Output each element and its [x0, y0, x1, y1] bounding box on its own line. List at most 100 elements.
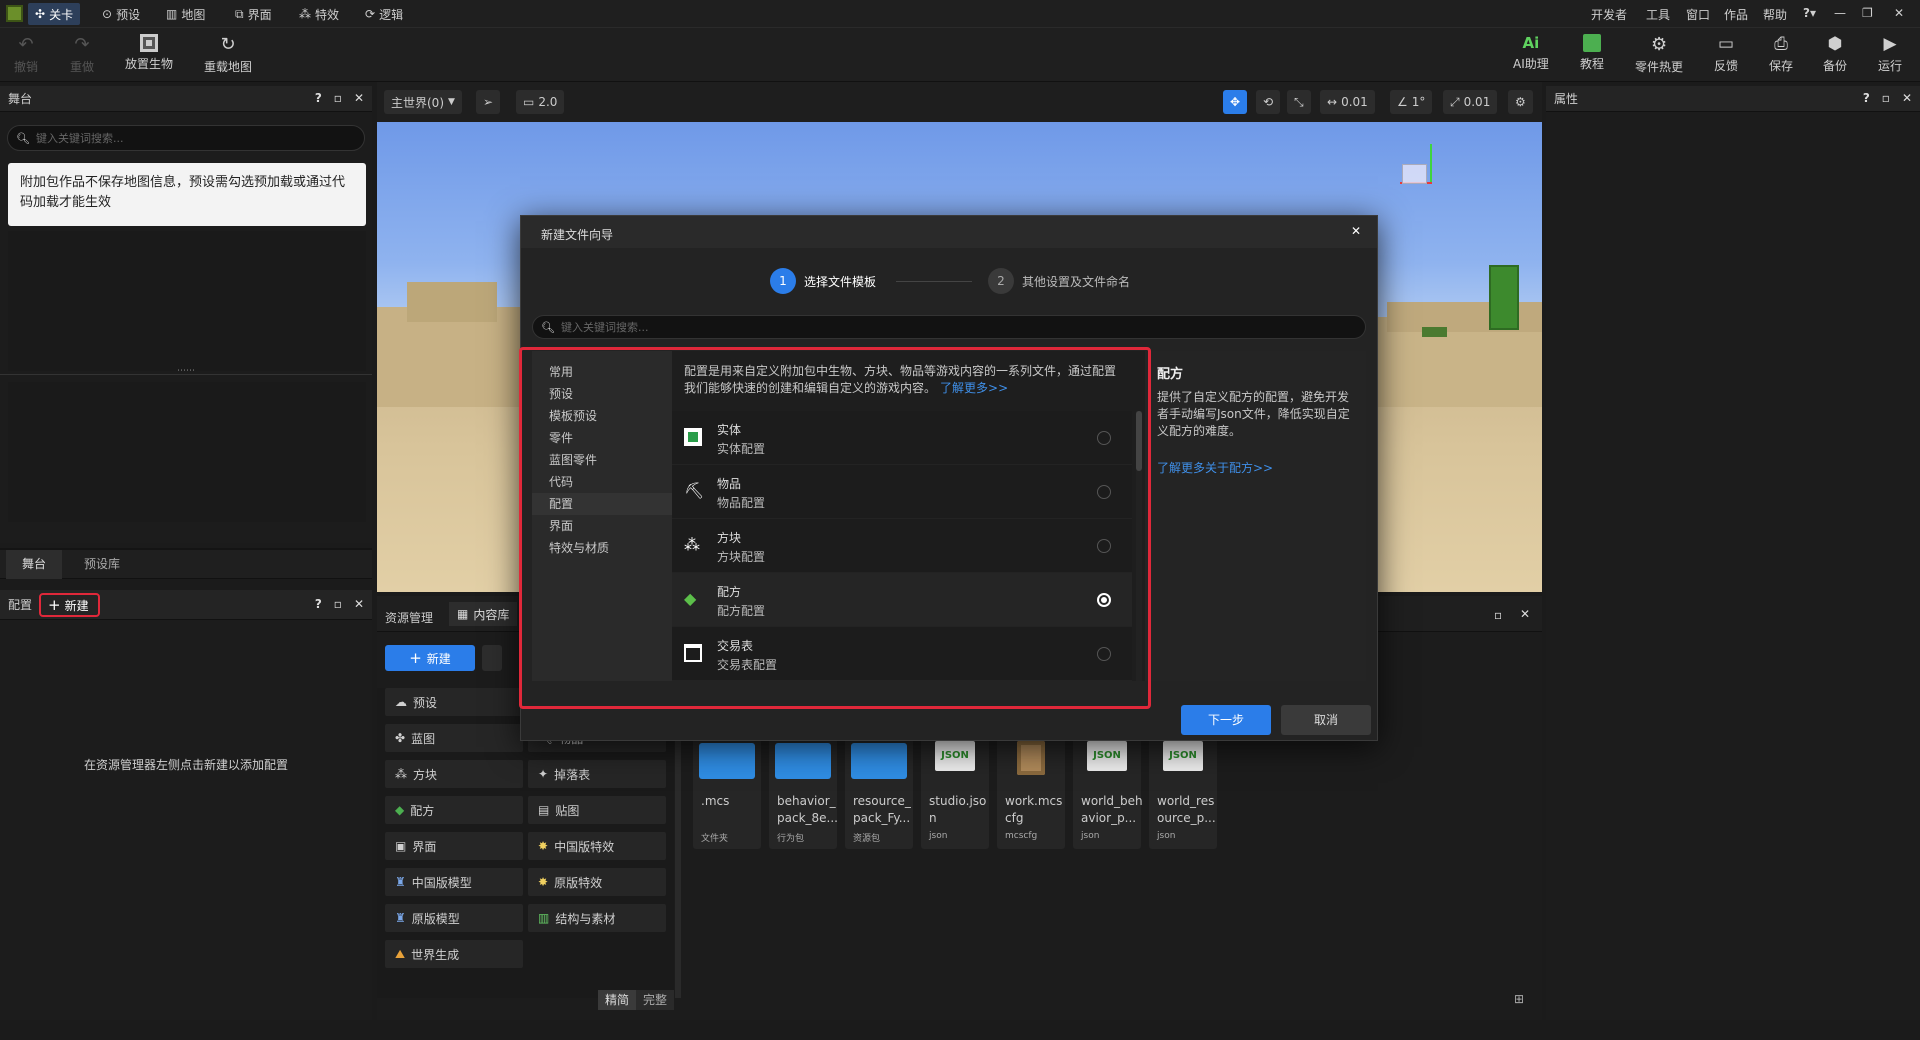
file-item[interactable]: behavior_pack_8e... 行为包: [769, 737, 838, 849]
scale-step-icon: ⤢: [1450, 94, 1460, 109]
help-icon[interactable]: ?: [315, 91, 322, 105]
viewport-toolbar: 主世界(0) ▼ ➢ ▭ 2.0 ✥ ⟲ ⤡ ↔ 0.01 ∠ 1° ⤢ 0.01 ⚙: [377, 82, 1542, 122]
blocks-icon: ⁂: [395, 767, 407, 781]
reload-map-button[interactable]: ↻ 重载地图: [204, 34, 252, 75]
res-preset[interactable]: ☁ 预设: [385, 688, 523, 716]
config-panel-header: 配置 + 新建 ? ▫ ✕: [0, 590, 372, 620]
scale-tool-button[interactable]: ⤡: [1287, 90, 1311, 114]
feedback-button[interactable]: ▭ 反馈: [1714, 34, 1738, 74]
hot-reload-button[interactable]: ⚙ 零件热更: [1635, 34, 1683, 75]
res-vanilla-model[interactable]: ♜ 原版模型: [385, 904, 523, 932]
resource-more-button[interactable]: [482, 645, 502, 671]
file-item[interactable]: .mcs 文件夹: [693, 737, 761, 849]
rotate-tool-button[interactable]: ⟲: [1256, 90, 1281, 114]
res-ui[interactable]: ▣ 界面: [385, 832, 523, 860]
tab-logic[interactable]: ⟳ 逻辑: [358, 3, 410, 25]
dialog-search-input[interactable]: [560, 320, 1357, 334]
tab-preset-library[interactable]: 预设库: [70, 550, 134, 579]
close-icon[interactable]: ✕: [1351, 224, 1361, 238]
view-mode-full[interactable]: 完整: [636, 990, 674, 1010]
file-item[interactable]: resource_pack_Fy... 资源包: [845, 737, 913, 849]
next-button[interactable]: 下一步: [1181, 705, 1271, 735]
tab-map[interactable]: ▥ 地图: [159, 3, 212, 25]
feedback-icon: ▭: [1717, 34, 1735, 54]
map-icon: ▥: [166, 7, 178, 21]
tab-ui[interactable]: ⧉ 界面: [228, 3, 279, 25]
config-panel: 配置 + 新建 ? ▫ ✕ 在资源管理器左侧点击新建以添加配置: [0, 590, 372, 1020]
res-loot-table[interactable]: ✦ 掉落表: [528, 760, 666, 788]
stage-search[interactable]: 🔍︎: [7, 125, 365, 151]
tab-stage[interactable]: 舞台: [6, 550, 62, 579]
axis-gizmo[interactable]: [1387, 144, 1437, 204]
camera-speed-button[interactable]: ▭ 2.0: [516, 90, 565, 114]
view-mode-compact[interactable]: 精简: [598, 990, 636, 1010]
res-block[interactable]: ⁂ 方块: [385, 760, 523, 788]
structure-icon: ▥: [538, 911, 550, 925]
file-item[interactable]: work.mcscfg mcscfg: [997, 737, 1065, 849]
menu-window[interactable]: 窗口: [1686, 6, 1710, 23]
tab-preset[interactable]: ⊙ 预设: [95, 3, 147, 25]
run-button[interactable]: ▶ 运行: [1878, 34, 1902, 74]
res-recipe[interactable]: ◆ 配方: [385, 796, 523, 824]
close-icon[interactable]: ✕: [1520, 607, 1530, 621]
menu-tools[interactable]: 工具: [1646, 6, 1670, 23]
maximize-icon[interactable]: ❐: [1862, 6, 1873, 20]
config-new-button[interactable]: + 新建: [39, 593, 100, 617]
tab-level[interactable]: ✣ 关卡: [28, 3, 81, 25]
close-icon[interactable]: ✕: [1894, 6, 1904, 20]
move-tool-button[interactable]: ✥: [1223, 90, 1248, 114]
file-item[interactable]: JSON world_resource_p... json: [1149, 737, 1217, 849]
res-cn-model[interactable]: ♜ 中国版模型: [385, 868, 523, 896]
help-icon[interactable]: ?: [1863, 91, 1870, 105]
menu-developer[interactable]: 开发者: [1591, 6, 1627, 23]
undo-button[interactable]: ↶ 撤销: [14, 34, 38, 75]
file-item[interactable]: JSON world_behavior_p... json: [1073, 737, 1143, 849]
detail-learn-more-link[interactable]: 了解更多关于配方>>: [1157, 459, 1273, 476]
res-structure[interactable]: ▥ 结构与素材: [528, 904, 666, 932]
close-icon[interactable]: ✕: [354, 597, 364, 611]
redo-button[interactable]: ↷ 重做: [70, 34, 94, 75]
view-settings-button[interactable]: ⚙: [1508, 90, 1533, 114]
place-creature-button[interactable]: 放置生物: [125, 34, 173, 72]
move-step-button[interactable]: ↔ 0.01: [1320, 90, 1375, 114]
dialog-search[interactable]: 🔍︎: [532, 315, 1366, 339]
float-icon[interactable]: ▫: [334, 91, 342, 105]
scale-step-button[interactable]: ⤢ 0.01: [1443, 90, 1498, 114]
menubar: ✣ 关卡 ⊙ 预设 ▥ 地图 ⧉ 界面 ⁂ 特效 ⟳ 逻辑 开发者 工具 窗口 作品 帮助 …: [0, 0, 1920, 28]
creeper-icon: [140, 34, 158, 52]
loot-icon: ✦: [538, 767, 549, 781]
float-icon[interactable]: ▫: [334, 597, 342, 611]
menu-works[interactable]: 作品: [1724, 6, 1748, 23]
close-icon[interactable]: ✕: [354, 91, 364, 105]
splitter-handle[interactable]: ⋯⋯: [0, 367, 372, 377]
stage-search-input[interactable]: [35, 131, 356, 145]
float-icon[interactable]: ▫: [1494, 608, 1502, 622]
save-button[interactable]: ⎙ 保存: [1769, 34, 1793, 74]
tab-effects[interactable]: ⁂ 特效: [292, 3, 346, 25]
res-world-gen[interactable]: ⛰ 世界生成: [385, 940, 523, 968]
res-blueprint[interactable]: ✤ 蓝图: [385, 724, 523, 752]
preset-icon: ☁: [395, 695, 407, 709]
camera-nav-button[interactable]: ➢: [476, 90, 501, 114]
tutorial-button[interactable]: 教程: [1580, 34, 1604, 72]
res-cn-effect[interactable]: ✸ 中国版特效: [528, 832, 666, 860]
tab-content-library[interactable]: ▦ 内容库: [449, 602, 518, 626]
help-icon[interactable]: ?▾: [1803, 6, 1816, 20]
help-icon[interactable]: ?: [315, 597, 322, 611]
stage-tabs: 舞台 预设库: [0, 550, 372, 579]
backup-button[interactable]: ⬢ 备份: [1823, 34, 1847, 74]
grid-icon: ▦: [457, 607, 469, 621]
res-vanilla-effect[interactable]: ✸ 原版特效: [528, 868, 666, 896]
cancel-button[interactable]: 取消: [1281, 705, 1371, 735]
minimize-icon[interactable]: —: [1834, 6, 1846, 20]
ai-assistant-button[interactable]: Ai AI助理: [1513, 34, 1549, 72]
close-icon[interactable]: ✕: [1902, 91, 1912, 105]
float-icon[interactable]: ▫: [1882, 91, 1890, 105]
world-select[interactable]: 主世界(0) ▼: [384, 90, 462, 114]
file-item[interactable]: JSON studio.json json: [921, 737, 989, 849]
resource-new-button[interactable]: + 新建: [385, 645, 475, 671]
menu-help[interactable]: 帮助: [1763, 6, 1787, 23]
rotate-step-button[interactable]: ∠ 1°: [1390, 90, 1433, 114]
grid-view-icon[interactable]: ⊞: [1514, 992, 1524, 1006]
res-texture[interactable]: ▤ 贴图: [528, 796, 666, 824]
